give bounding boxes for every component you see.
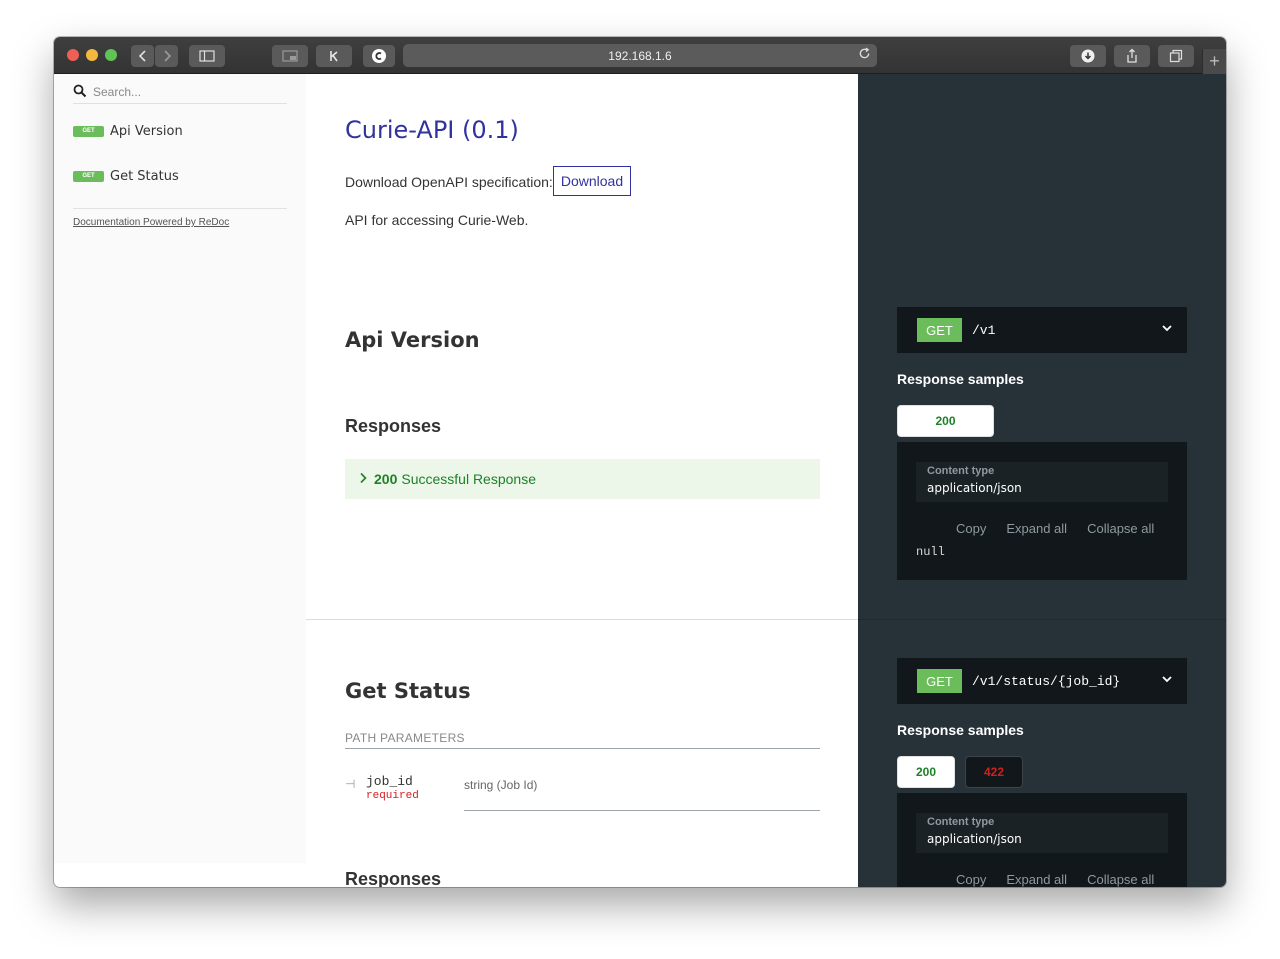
back-button[interactable] (131, 45, 154, 67)
share-icon (1127, 48, 1137, 63)
content-type-box[interactable]: Content type application/json (916, 462, 1168, 502)
samples-panel: GET /v1 Response samples 200 Content typ… (858, 74, 1226, 887)
param-type: string (Job Id) (464, 778, 820, 811)
param-required-label: required (366, 790, 419, 802)
sample-tab-422[interactable]: 422 (965, 756, 1023, 788)
content-type-value: application/json (927, 481, 1022, 495)
sidebar-item-label: Get Status (110, 168, 179, 184)
section-title-get-status: Get Status (345, 679, 471, 703)
content-type-label: Content type (927, 465, 995, 477)
copy-button[interactable]: Copy (956, 521, 986, 536)
sidebar-divider (73, 208, 287, 209)
url-text: 192.168.1.6 (608, 48, 672, 63)
browser-toolbar: 192.168.1.6 + (54, 37, 1226, 74)
picture-in-picture-button[interactable] (272, 45, 308, 67)
endpoint-path: /v1/status/{job_id} (972, 673, 1121, 689)
sidebar: GET Api Version GET Get Status Documenta… (54, 74, 306, 863)
reload-icon[interactable] (858, 47, 871, 63)
search-icon (73, 84, 87, 98)
collapse-all-button[interactable]: Collapse all (1087, 521, 1154, 536)
api-title: Curie-API (0.1) (345, 116, 519, 144)
download-arrow-icon (1081, 49, 1095, 63)
response-code: 200 (374, 471, 398, 487)
endpoint-path: /v1 (972, 322, 996, 338)
content-type-box[interactable]: Content type application/json (916, 813, 1168, 853)
endpoint-v1-status[interactable]: GET /v1/status/{job_id} (897, 658, 1187, 704)
sample-panel: Content type application/json Copy Expan… (897, 442, 1187, 580)
extension-c-icon (372, 49, 386, 63)
chevron-left-icon (138, 50, 146, 62)
sample-body: null (916, 545, 945, 559)
section-divider-dark (858, 619, 1226, 620)
copy-button[interactable]: Copy (956, 872, 986, 887)
sidebar-item-label: Api Version (110, 123, 183, 139)
endpoint-v1[interactable]: GET /v1 (897, 307, 1187, 353)
tabs-icon (1169, 49, 1183, 63)
response-samples-heading: Response samples (897, 371, 1024, 387)
sample-tab-200[interactable]: 200 (897, 756, 955, 788)
get-method-badge: GET (917, 669, 962, 693)
collapse-all-button[interactable]: Collapse all (1087, 872, 1154, 887)
path-parameters-heading: PATH PARAMETERS (345, 731, 820, 749)
get-method-badge: GET (73, 125, 104, 137)
sample-tab-200[interactable]: 200 (897, 405, 994, 437)
address-bar[interactable]: 192.168.1.6 (403, 44, 877, 67)
main-content: Curie-API (0.1) Download OpenAPI specifi… (306, 74, 858, 887)
get-method-badge: GET (73, 170, 104, 182)
param-tree-line-icon: ⊣ (345, 777, 356, 791)
sidebar-item-api-version[interactable]: GET Api Version (73, 120, 183, 142)
close-window-button[interactable] (67, 49, 79, 61)
content-type-label: Content type (927, 816, 995, 828)
tabs-overview-button[interactable] (1158, 45, 1194, 67)
response-200-row[interactable]: 200 Successful Response (345, 459, 820, 499)
section-title-api-version: Api Version (345, 328, 480, 352)
forward-button[interactable] (155, 45, 178, 67)
chevron-down-icon (1162, 676, 1172, 683)
sidebar-toggle-button[interactable] (189, 45, 225, 67)
downloads-button[interactable] (1070, 45, 1106, 67)
zoom-window-button[interactable] (105, 49, 117, 61)
response-description: Successful Response (401, 471, 536, 487)
pip-icon (282, 50, 298, 62)
extension-c-button[interactable] (363, 45, 395, 67)
extension-k-icon (330, 51, 338, 62)
sidebar-icon (199, 50, 215, 62)
extension-button[interactable] (316, 45, 352, 67)
sample-actions: Copy Expand all Collapse all (956, 872, 1154, 887)
expand-all-button[interactable]: Expand all (1006, 521, 1067, 536)
responses-heading: Responses (345, 416, 442, 436)
powered-by-redoc-link[interactable]: Documentation Powered by ReDoc (73, 217, 229, 228)
sample-panel: Content type application/json Copy Expan… (897, 793, 1187, 887)
expand-all-button[interactable]: Expand all (1006, 872, 1067, 887)
minimize-window-button[interactable] (86, 49, 98, 61)
search-box (73, 82, 287, 104)
search-input[interactable] (93, 84, 283, 100)
share-button[interactable] (1114, 45, 1150, 67)
chevron-right-icon (163, 50, 171, 62)
responses-heading: Responses (345, 869, 442, 887)
content-type-value: application/json (927, 832, 1022, 846)
sample-actions: Copy Expand all Collapse all (956, 521, 1154, 536)
new-tab-button[interactable]: + (1202, 49, 1226, 74)
chevron-down-icon (1162, 325, 1172, 332)
param-name: job_id (366, 774, 413, 789)
get-method-badge: GET (917, 318, 962, 342)
response-samples-heading: Response samples (897, 722, 1024, 738)
sidebar-item-get-status[interactable]: GET Get Status (73, 165, 179, 187)
download-button[interactable]: Download (553, 166, 631, 196)
browser-window: 192.168.1.6 + GET Api Version GET Get St… (54, 37, 1226, 887)
chevron-right-icon (359, 471, 367, 487)
plus-icon: + (1209, 51, 1220, 71)
api-description: API for accessing Curie-Web. (345, 212, 529, 228)
download-spec-label: Download OpenAPI specification: (345, 174, 553, 190)
